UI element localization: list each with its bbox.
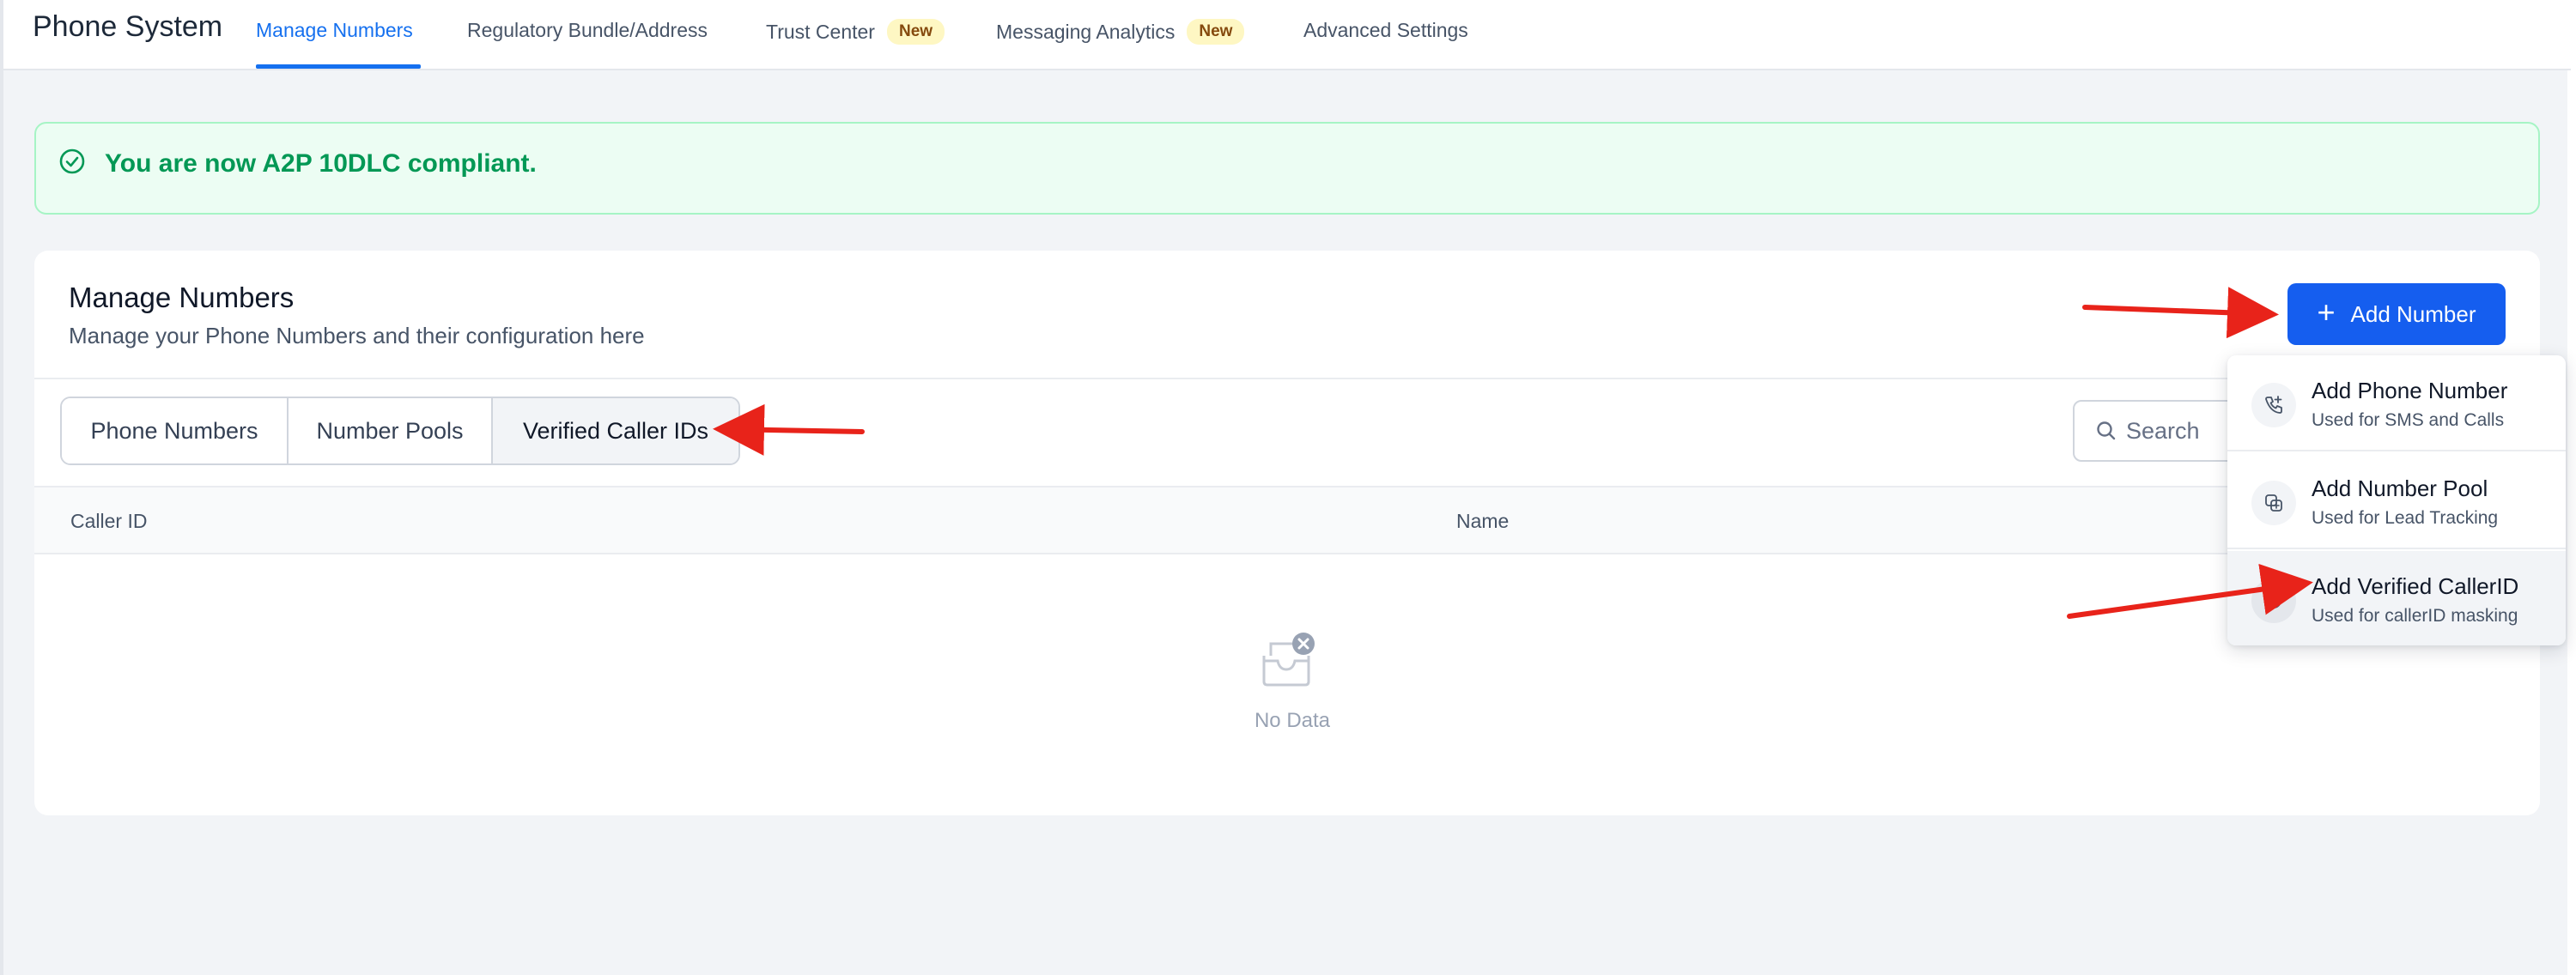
nav-tab-label: Messaging Analytics: [996, 20, 1176, 43]
column-header-caller-id: Caller ID: [70, 510, 148, 532]
nav-tab-label: Advanced Settings: [1303, 19, 1468, 41]
compliance-alert: You are now A2P 10DLC compliant.: [34, 122, 2540, 215]
check-circle-icon: [59, 148, 85, 174]
number-pool-icon: [2251, 481, 2296, 525]
nav-tab-manage-numbers[interactable]: Manage Numbers: [256, 19, 413, 42]
nav-tab-messaging-analytics[interactable]: Messaging Analytics New: [996, 19, 1245, 45]
app-title: Phone System: [33, 10, 223, 43]
menu-item-add-verified-callerid[interactable]: Add Verified CallerID Used for callerID …: [2227, 551, 2566, 645]
manage-numbers-card: Manage Numbers Manage your Phone Numbers…: [34, 251, 2540, 815]
empty-state-text: No Data: [1254, 709, 1331, 732]
menu-item-title: Add Verified CallerID: [2312, 573, 2519, 599]
column-header-name: Name: [1456, 510, 1510, 532]
tab-verified-caller-ids[interactable]: Verified Caller IDs: [493, 398, 738, 463]
app-background: Phone System Manage Numbers Regulatory B…: [0, 0, 2571, 975]
nav-tab-advanced-settings[interactable]: Advanced Settings: [1303, 19, 1468, 42]
nav-tab-trust-center[interactable]: Trust Center New: [766, 19, 945, 45]
add-number-label: Add Number: [2350, 300, 2476, 327]
nav-tab-regulatory-bundle[interactable]: Regulatory Bundle/Address: [467, 19, 708, 42]
menu-item-title: Add Number Pool: [2312, 475, 2488, 501]
card-subtitle: Manage your Phone Numbers and their conf…: [69, 323, 645, 348]
nav-tab-label: Manage Numbers: [256, 19, 413, 41]
nav-tab-label: Trust Center: [766, 20, 875, 43]
new-badge: New: [886, 19, 945, 45]
top-navigation-bar: Phone System Manage Numbers Regulatory B…: [3, 0, 2571, 70]
menu-item-subtitle: Used for Lead Tracking: [2312, 508, 2499, 528]
alert-message: You are now A2P 10DLC compliant.: [105, 149, 537, 178]
phone-plus-icon: [2251, 383, 2296, 427]
plus-icon: +: [2317, 294, 2336, 330]
table-header: Caller ID Name: [34, 486, 2540, 554]
menu-item-title: Add Phone Number: [2312, 378, 2508, 403]
menu-item-subtitle: Used for SMS and Calls: [2312, 410, 2505, 430]
search-icon: [2097, 421, 2116, 440]
menu-item-add-phone-number[interactable]: Add Phone Number Used for SMS and Calls: [2227, 355, 2566, 451]
tab-phone-numbers[interactable]: Phone Numbers: [62, 398, 289, 463]
verified-caller-icon: [2251, 578, 2296, 623]
segmented-tabs: Phone Numbers Number Pools Verified Call…: [60, 397, 740, 465]
nav-active-underline: [256, 64, 421, 69]
tab-number-pools[interactable]: Number Pools: [289, 398, 493, 463]
search-placeholder: Search: [2126, 417, 2200, 444]
empty-inbox-icon: [1262, 633, 1315, 687]
card-divider: [34, 378, 2540, 379]
menu-item-add-number-pool[interactable]: Add Number Pool Used for Lead Tracking: [2227, 453, 2566, 549]
nav-tab-label: Regulatory Bundle/Address: [467, 19, 708, 41]
menu-item-subtitle: Used for callerID masking: [2312, 606, 2518, 626]
new-badge: New: [1187, 19, 1245, 45]
add-number-button[interactable]: + Add Number: [2287, 283, 2506, 345]
card-title: Manage Numbers: [69, 282, 295, 313]
add-number-dropdown: Add Phone Number Used for SMS and Calls …: [2227, 355, 2566, 645]
